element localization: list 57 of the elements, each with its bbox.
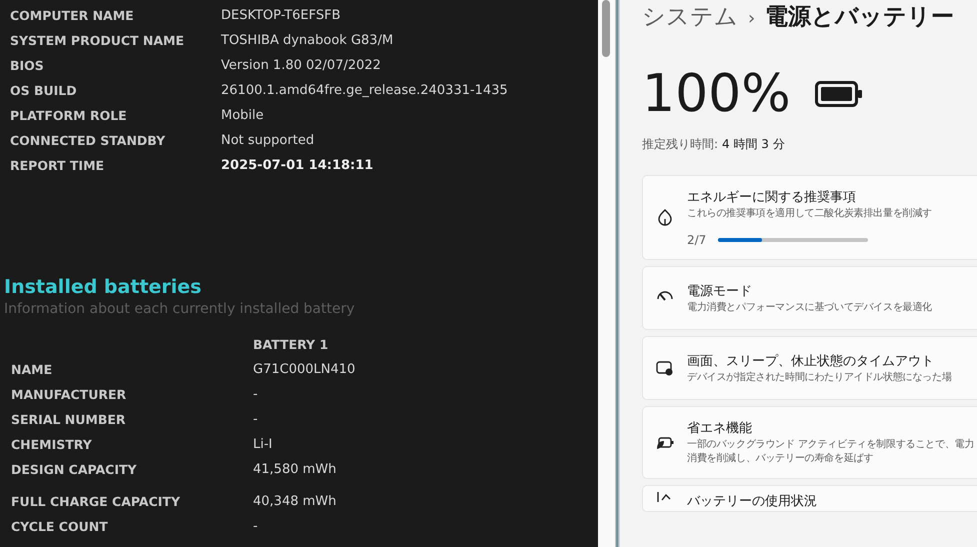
breadcrumb-link[interactable]: システム: [642, 0, 738, 34]
field-value: 41,580 mWh: [253, 461, 338, 479]
card-description: 電力消費とパフォーマンスに基づいてデバイスを最適化: [687, 300, 934, 314]
screen-moon-icon: [656, 360, 674, 376]
field-value: TOSHIBA dynabook G83/M: [221, 32, 394, 50]
field-value: Li-I: [253, 436, 274, 454]
section-subtitle: Information about each currently installed battery: [4, 301, 356, 317]
card-description: デバイスが指定された時間にわたりアイドル状態になった場: [687, 370, 953, 384]
settings-card[interactable]: 電源モード 電力消費とパフォーマンスに基づいてデバイスを最適化: [642, 266, 977, 330]
field-label: BIOS: [10, 57, 45, 75]
field-value: 26100.1.amd64fre.ge_release.240331-1435: [221, 82, 508, 100]
remaining-time-value: 4 時間 3 分: [722, 136, 785, 153]
field-label: FULL CHARGE CAPACITY: [11, 493, 181, 511]
field-value: -: [253, 411, 259, 429]
field-value: Not supported: [221, 132, 314, 150]
field-label: DESIGN CAPACITY: [11, 461, 138, 479]
scrollbar-thumb[interactable]: [602, 0, 610, 57]
battery-full-icon: [814, 81, 863, 107]
field-label: CYCLE COUNT: [11, 518, 109, 536]
battery-leaf-icon: [656, 436, 674, 450]
field-value: DESKTOP-T6EFSFB: [221, 7, 341, 25]
leaf-icon: [657, 208, 673, 226]
breadcrumb-separator: ›: [748, 7, 756, 31]
field-label: SYSTEM PRODUCT NAME: [10, 32, 186, 50]
field-value: -: [253, 518, 259, 536]
card-description: これらの推奨事項を適用して二酸化炭素排出量を削減す: [687, 207, 934, 221]
card-title: 画面、スリープ、休止状態のタイムアウト: [687, 352, 935, 370]
settings-card[interactable]: バッテリーの使用状況: [642, 485, 977, 512]
progress-count: 2/7: [687, 233, 706, 247]
field-label: REPORT TIME: [10, 157, 106, 175]
settings-card[interactable]: 画面、スリープ、休止状態のタイムアウト デバイスが指定された時間にわたりアイドル状態になった場: [642, 336, 977, 400]
battery-percentage: 100%: [642, 64, 791, 124]
card-title: バッテリーの使用状況: [687, 493, 818, 511]
field-value: G71C000LN410: [253, 361, 356, 379]
field-value: 40,348 mWh: [253, 493, 338, 511]
settings-card[interactable]: エネルギーに関する推奨事項 これらの推奨事項を適用して二酸化炭素排出量を削減す 2/7: [642, 175, 977, 260]
field-value: -: [253, 386, 259, 404]
field-label: CONNECTED STANDBY: [10, 132, 166, 150]
remaining-time-label: 推定残り時間:: [642, 136, 718, 153]
section-title: Installed batteries: [4, 275, 202, 299]
card-description: 一部のバックグラウンド アクティビティを制限することで、電力消費を削減し、バッテリーの寿命を延ばす: [687, 438, 976, 466]
field-label: MANUFACTURER: [11, 386, 128, 404]
page-title: 電源とバッテリー: [765, 3, 954, 32]
field-label: NAME: [11, 361, 54, 379]
column-header: BATTERY 1: [253, 336, 330, 354]
card-title: 省エネ機能: [687, 420, 753, 438]
field-label: OS BUILD: [10, 82, 78, 100]
field-value: Mobile: [221, 107, 264, 125]
card-title: エネルギーに関する推奨事項: [687, 189, 857, 207]
field-value: Version 1.80 02/07/2022: [221, 57, 381, 75]
field-label: COMPUTER NAME: [10, 7, 135, 25]
card-title: 電源モード: [687, 282, 753, 300]
field-label: CHEMISTRY: [11, 436, 93, 454]
field-label: PLATFORM ROLE: [10, 107, 128, 125]
field-value: 2025-07-01 14:18:11: [221, 157, 374, 175]
field-label: SERIAL NUMBER: [11, 411, 127, 429]
settings-card[interactable]: 省エネ機能 一部のバックグラウンド アクティビティを制限することで、電力消費を削減し、バッテリーの寿命を延ばす: [642, 406, 977, 479]
